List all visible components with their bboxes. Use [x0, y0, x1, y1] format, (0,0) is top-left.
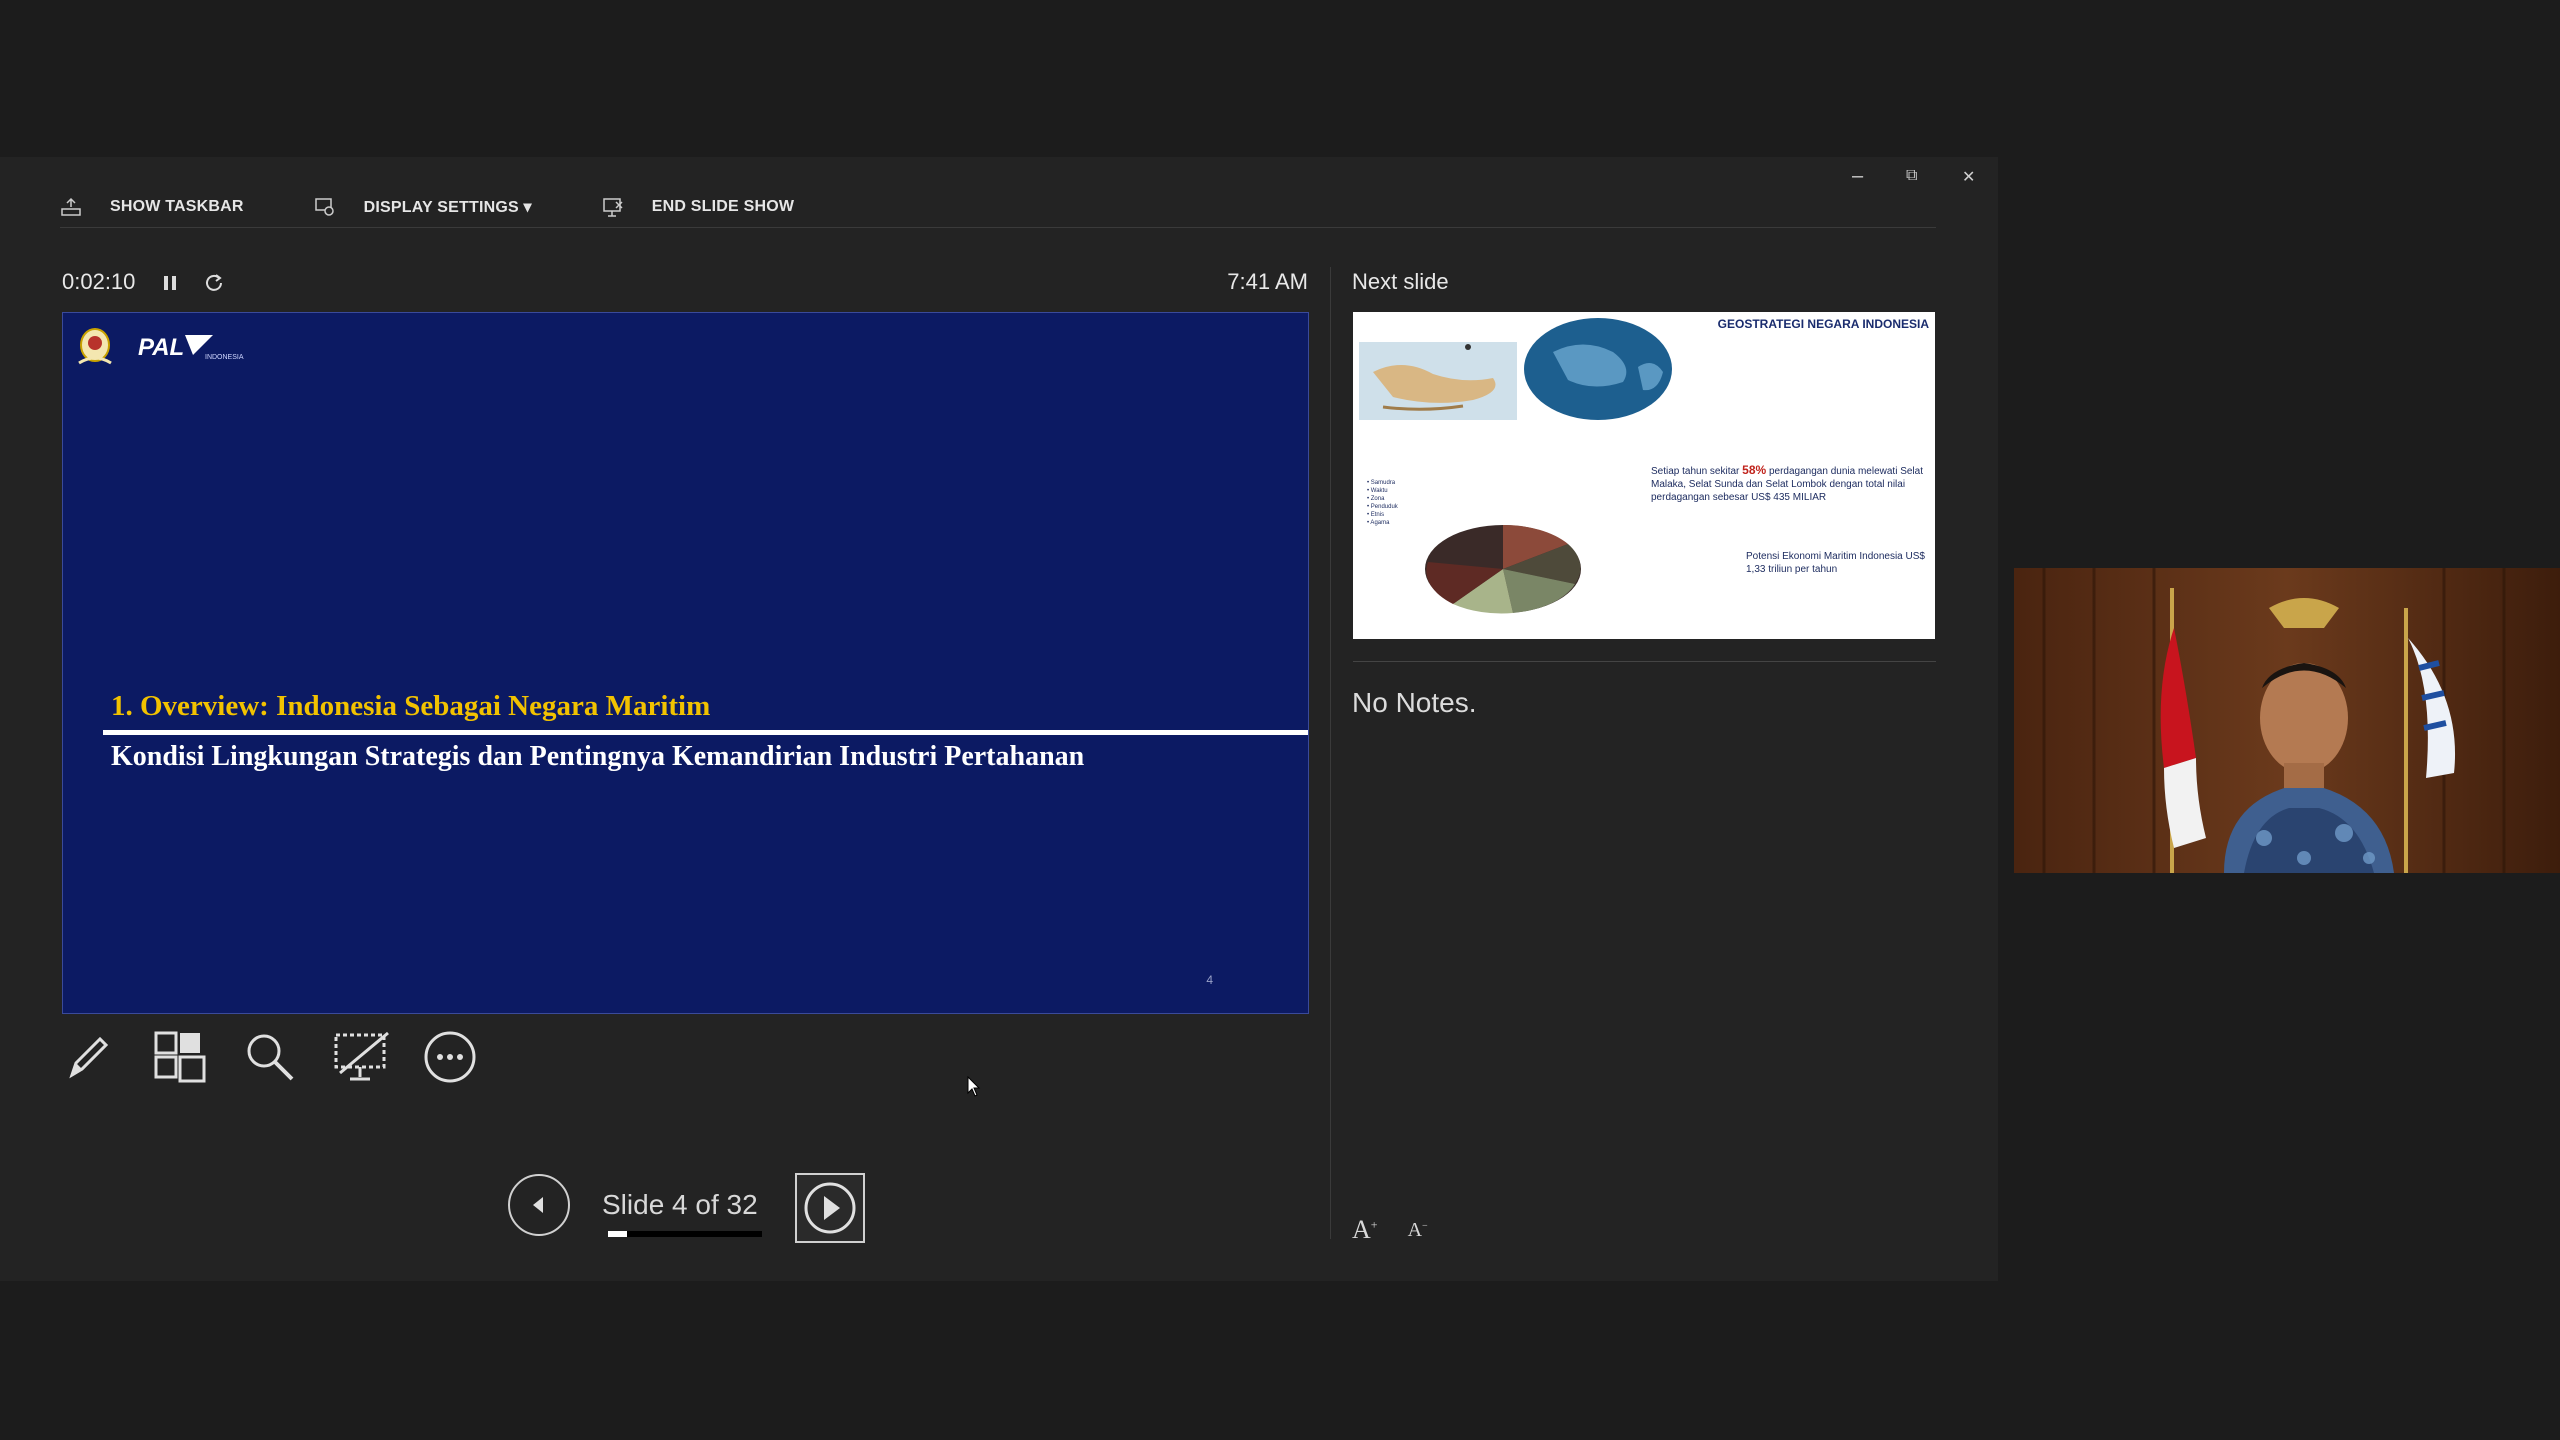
slide-subheading: Kondisi Lingkungan Strategis dan Penting… [111, 741, 1085, 772]
next-slide-title: Next slide [1352, 269, 1449, 294]
next-slide-thumbnail[interactable]: • Samudra • Waktu • Zona • Penduduk • Et… [1353, 312, 1935, 639]
increase-font-button[interactable]: A+ [1352, 1215, 1378, 1245]
next-slide-text: Setiap tahun sekitar 58% perdagangan dun… [1651, 464, 1931, 504]
presenter-toolbar: SHOW TASKBAR DISPLAY SETTINGS ▾ END SLID… [60, 187, 864, 227]
toolbar-divider [60, 227, 1936, 228]
notes-font-controls: A+ A− [1352, 1215, 1458, 1245]
mouse-cursor-icon [967, 1076, 981, 1097]
slide-divider [103, 730, 1308, 735]
next-slide-text-highlight: 58% [1742, 463, 1767, 477]
display-settings-icon [314, 198, 334, 216]
next-icon [804, 1182, 856, 1234]
minimize-button[interactable]: – [1852, 165, 1863, 188]
end-show-icon [603, 198, 623, 217]
end-slide-show-button[interactable]: END SLIDE SHOW [602, 196, 794, 218]
screen-off-icon [334, 1031, 389, 1081]
more-icon [424, 1031, 476, 1083]
show-taskbar-button[interactable]: SHOW TASKBAR [60, 197, 244, 217]
display-settings-button[interactable]: DISPLAY SETTINGS ▾ [314, 196, 532, 218]
decrease-font-button[interactable]: A− [1408, 1219, 1428, 1245]
svg-text:• Zona: • Zona [1367, 496, 1385, 502]
slide-progress-bar [608, 1231, 762, 1237]
logo-text: PAL [138, 334, 184, 361]
slide-heading: 1. Overview: Indonesia Sebagai Negara Ma… [111, 690, 711, 722]
end-slide-show-label: END SLIDE SHOW [651, 198, 795, 215]
webcam-video-feed [2014, 568, 2560, 873]
elapsed-timer: 0:02:10 [62, 269, 136, 294]
webcam-image [2014, 568, 2560, 873]
restore-button[interactable]: ⧉ [1906, 167, 1917, 185]
pen-tool-button[interactable] [62, 1027, 152, 1087]
next-slide-text-2: Potensi Ekonomi Maritim Indonesia US$ 1,… [1746, 551, 1925, 575]
panel-separator [1330, 267, 1331, 1239]
pen-icon [69, 1036, 109, 1079]
presenter-tools [62, 1027, 512, 1087]
show-taskbar-label: SHOW TASKBAR [110, 198, 244, 215]
display-settings-label: DISPLAY SETTINGS ▾ [363, 199, 532, 216]
previous-slide-button[interactable] [508, 1174, 570, 1236]
slide-progress-fill [608, 1231, 628, 1237]
svg-text:• Agama: • Agama [1367, 520, 1390, 526]
taskbar-icon [61, 197, 81, 216]
slide-navigation: Slide 4 of 32 [508, 1174, 758, 1236]
svg-text:• Waktu: • Waktu [1367, 488, 1388, 494]
speaker-notes[interactable]: No Notes. [1352, 687, 1477, 719]
restart-timer-icon[interactable] [204, 273, 224, 293]
previous-icon [533, 1197, 543, 1213]
next-slide-button[interactable] [795, 1173, 865, 1243]
grid-icon [154, 1031, 206, 1083]
slide-counter: Slide 4 of 32 [602, 1189, 758, 1220]
presenter-view-window: SHOW TASKBAR DISPLAY SETTINGS ▾ END SLID… [0, 157, 1998, 1281]
magnifier-icon [247, 1034, 294, 1081]
pause-icon[interactable] [162, 274, 178, 292]
next-slide-text-pre: Setiap tahun sekitar [1651, 466, 1743, 477]
slide-page-number: 4 [1206, 973, 1213, 987]
black-screen-button[interactable] [332, 1027, 422, 1087]
next-slide-heading: GEOSTRATEGI NEGARA INDONESIA [1717, 317, 1929, 331]
zoom-button[interactable] [242, 1027, 332, 1087]
more-options-button[interactable] [422, 1027, 512, 1087]
current-slide[interactable]: PAL INDONESIA 1. Overview: Indonesia Seb… [62, 312, 1309, 1014]
logo-subtext: INDONESIA [205, 354, 244, 361]
svg-text:• Etnis: • Etnis [1367, 512, 1384, 518]
clock: 7:41 AM [1227, 269, 1308, 294]
svg-text:• Samudra: • Samudra [1367, 480, 1396, 486]
close-button[interactable]: ✕ [1962, 167, 1975, 187]
svg-text:• Penduduk: • Penduduk [1367, 504, 1399, 510]
notes-divider [1353, 661, 1936, 662]
see-all-slides-button[interactable] [152, 1027, 242, 1087]
slide-logo: PAL INDONESIA [78, 328, 244, 365]
